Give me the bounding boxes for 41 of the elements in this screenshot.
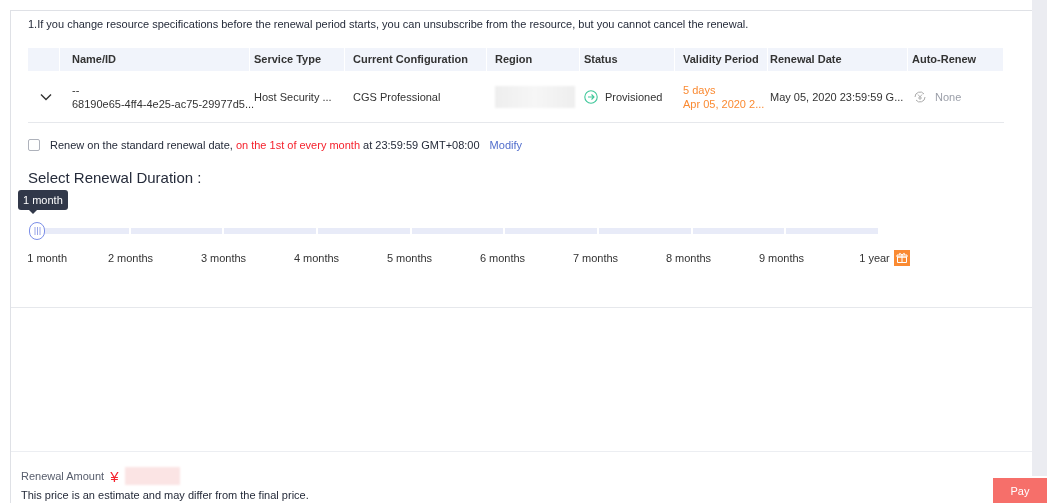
column-header: Status bbox=[580, 48, 675, 71]
auto-renew-text: None bbox=[935, 90, 962, 103]
section-title: Select Renewal Duration : bbox=[28, 169, 203, 186]
column-header: Current Configuration bbox=[345, 48, 487, 71]
slider-label[interactable]: 9 months bbox=[758, 252, 805, 264]
column-header: Auto-Renew bbox=[908, 48, 1004, 71]
grip-icon bbox=[33, 227, 41, 235]
column-header: Validity Period bbox=[675, 48, 768, 71]
slider-label[interactable]: 7 months bbox=[572, 252, 619, 264]
table-cell: -- bbox=[72, 83, 80, 96]
renew-icon bbox=[912, 88, 928, 105]
slider-label[interactable]: 3 months bbox=[200, 252, 247, 264]
table-cell-text: CGS Professional bbox=[352, 90, 442, 103]
checkbox[interactable] bbox=[28, 139, 40, 151]
slider-label[interactable]: 6 months bbox=[479, 252, 526, 264]
column-header: Name/ID bbox=[60, 48, 250, 71]
column-header: Service Type bbox=[250, 48, 345, 71]
slider-label[interactable]: 4 months bbox=[293, 252, 340, 264]
amount-label: Renewal Amount bbox=[21, 470, 105, 482]
notice-text: 1.If you change resource specifications before the renewal period starts, you can unsubscribe from the resource, but you cannot cancel the renewal. bbox=[28, 17, 750, 32]
slider-label[interactable]: 2 months bbox=[107, 252, 154, 264]
price-note: This price is an estimate and may differ from the final price. bbox=[21, 489, 309, 501]
slider-label[interactable]: 1 month bbox=[27, 252, 67, 264]
slider-label[interactable]: 1 year bbox=[859, 252, 890, 264]
currency-symbol: ¥ bbox=[110, 467, 119, 485]
slider-label[interactable]: 8 months bbox=[665, 252, 712, 264]
table-cell: 68190e65-4ff4-4e25-ac75-29977d5... bbox=[72, 97, 255, 110]
status-text: Provisioned bbox=[605, 90, 663, 103]
arrow-circle-icon bbox=[584, 89, 598, 104]
renewal-rule-text: Renew on the standard renewal date, on the 1st of every month at 23:59:59 GMT+08:00 bbox=[50, 139, 480, 151]
column-header: Renewal Date bbox=[768, 48, 908, 71]
modify-link[interactable]: Modify bbox=[489, 139, 522, 151]
scrollbar[interactable] bbox=[1032, 0, 1047, 476]
column-header: Region bbox=[487, 48, 580, 71]
table-cell: 5 days bbox=[683, 83, 716, 96]
slider-label[interactable]: 5 months bbox=[386, 252, 433, 264]
table-cell: Apr 05, 2020 2... bbox=[683, 97, 765, 110]
table-cell-text: May 05, 2020 23:59:59 G... bbox=[769, 90, 905, 103]
chevron-icon[interactable] bbox=[40, 92, 52, 101]
table-cell-text: Host Security ... bbox=[253, 90, 333, 103]
slider-thumb[interactable] bbox=[29, 222, 45, 240]
